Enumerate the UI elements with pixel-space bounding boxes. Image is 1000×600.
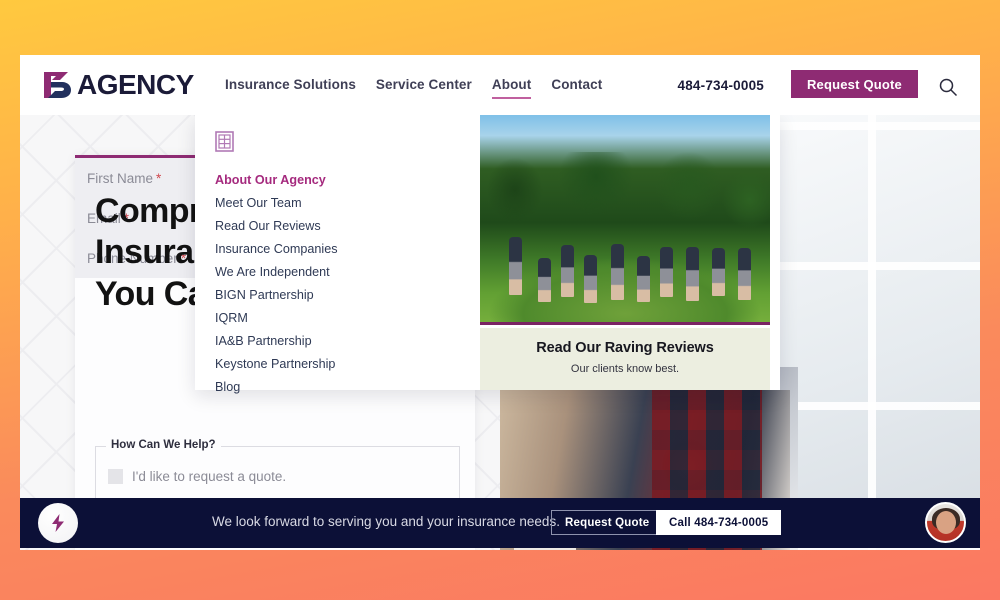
menu-item-meet-our-team[interactable]: Meet Our Team bbox=[215, 192, 480, 215]
team-jumping-in-park-photo bbox=[480, 115, 770, 325]
promo-title: Read Our Raving Reviews bbox=[536, 340, 714, 356]
required-marker: * bbox=[156, 170, 162, 186]
mega-menu-list: About Our Agency Meet Our Team Read Our … bbox=[215, 169, 480, 399]
menu-item-we-are-independent[interactable]: We Are Independent bbox=[215, 261, 480, 284]
menu-item-keystone-partnership[interactable]: Keystone Partnership bbox=[215, 353, 480, 376]
main-navigation: Insurance Solutions Service Center About… bbox=[225, 77, 602, 99]
lightning-bolt-icon[interactable] bbox=[38, 503, 78, 543]
agent-avatar[interactable] bbox=[925, 502, 966, 543]
search-icon[interactable] bbox=[938, 77, 958, 97]
bottom-bar-message: We look forward to serving you and your … bbox=[212, 514, 560, 529]
b-monogram-logo-icon bbox=[44, 72, 71, 98]
checkbox-request-quote[interactable]: I'd like to request a quote. bbox=[108, 469, 286, 484]
mega-menu-links-column: About Our Agency Meet Our Team Read Our … bbox=[195, 115, 480, 394]
checkbox-label: I'd like to request a quote. bbox=[132, 469, 287, 484]
fieldset-legend: How Can We Help? bbox=[106, 439, 221, 451]
header-phone-number[interactable]: 484-734-0005 bbox=[678, 78, 764, 93]
bolt-glyph bbox=[52, 514, 64, 532]
site-logo[interactable]: AGENCY bbox=[42, 69, 194, 101]
request-quote-button[interactable]: Request Quote bbox=[790, 70, 918, 98]
menu-item-read-our-reviews[interactable]: Read Our Reviews bbox=[215, 215, 480, 238]
checkbox-box[interactable] bbox=[108, 469, 123, 484]
first-name-placeholder: First Name bbox=[87, 170, 154, 186]
menu-item-iab-partnership[interactable]: IA&B Partnership bbox=[215, 330, 480, 353]
nav-service-center[interactable]: Service Center bbox=[376, 77, 472, 99]
site-header: AGENCY Insurance Solutions Service Cente… bbox=[20, 55, 980, 115]
team-figures bbox=[480, 198, 770, 314]
menu-item-insurance-companies[interactable]: Insurance Companies bbox=[215, 238, 480, 261]
menu-item-about-our-agency[interactable]: About Our Agency bbox=[215, 169, 480, 192]
menu-item-blog[interactable]: Blog bbox=[215, 376, 480, 399]
sticky-bottom-bar: We look forward to serving you and your … bbox=[20, 498, 980, 548]
bottom-bar-call-button[interactable]: Call 484-734-0005 bbox=[656, 510, 782, 535]
nav-contact[interactable]: Contact bbox=[551, 77, 602, 99]
logo-text: AGENCY bbox=[77, 69, 194, 100]
menu-item-bign-partnership[interactable]: BIGN Partnership bbox=[215, 284, 480, 307]
about-mega-menu: About Our Agency Meet Our Team Read Our … bbox=[195, 115, 780, 394]
promo-subtitle: Our clients know best. bbox=[570, 363, 680, 375]
site-page-frame: Comprehensive Insurance Coverage You Can… bbox=[20, 55, 980, 550]
avatar-face bbox=[935, 511, 956, 535]
bottom-bar-request-quote-button[interactable]: Request Quote bbox=[551, 510, 664, 535]
mega-menu-promo-card[interactable]: Read Our Raving Reviews Our clients know… bbox=[480, 115, 770, 390]
nav-about[interactable]: About bbox=[491, 77, 532, 99]
office-building-icon bbox=[215, 131, 234, 152]
menu-item-iqrm[interactable]: IQRM bbox=[215, 307, 480, 330]
nav-insurance-solutions[interactable]: Insurance Solutions bbox=[225, 77, 356, 99]
promo-caption: Read Our Raving Reviews Our clients know… bbox=[480, 328, 770, 390]
